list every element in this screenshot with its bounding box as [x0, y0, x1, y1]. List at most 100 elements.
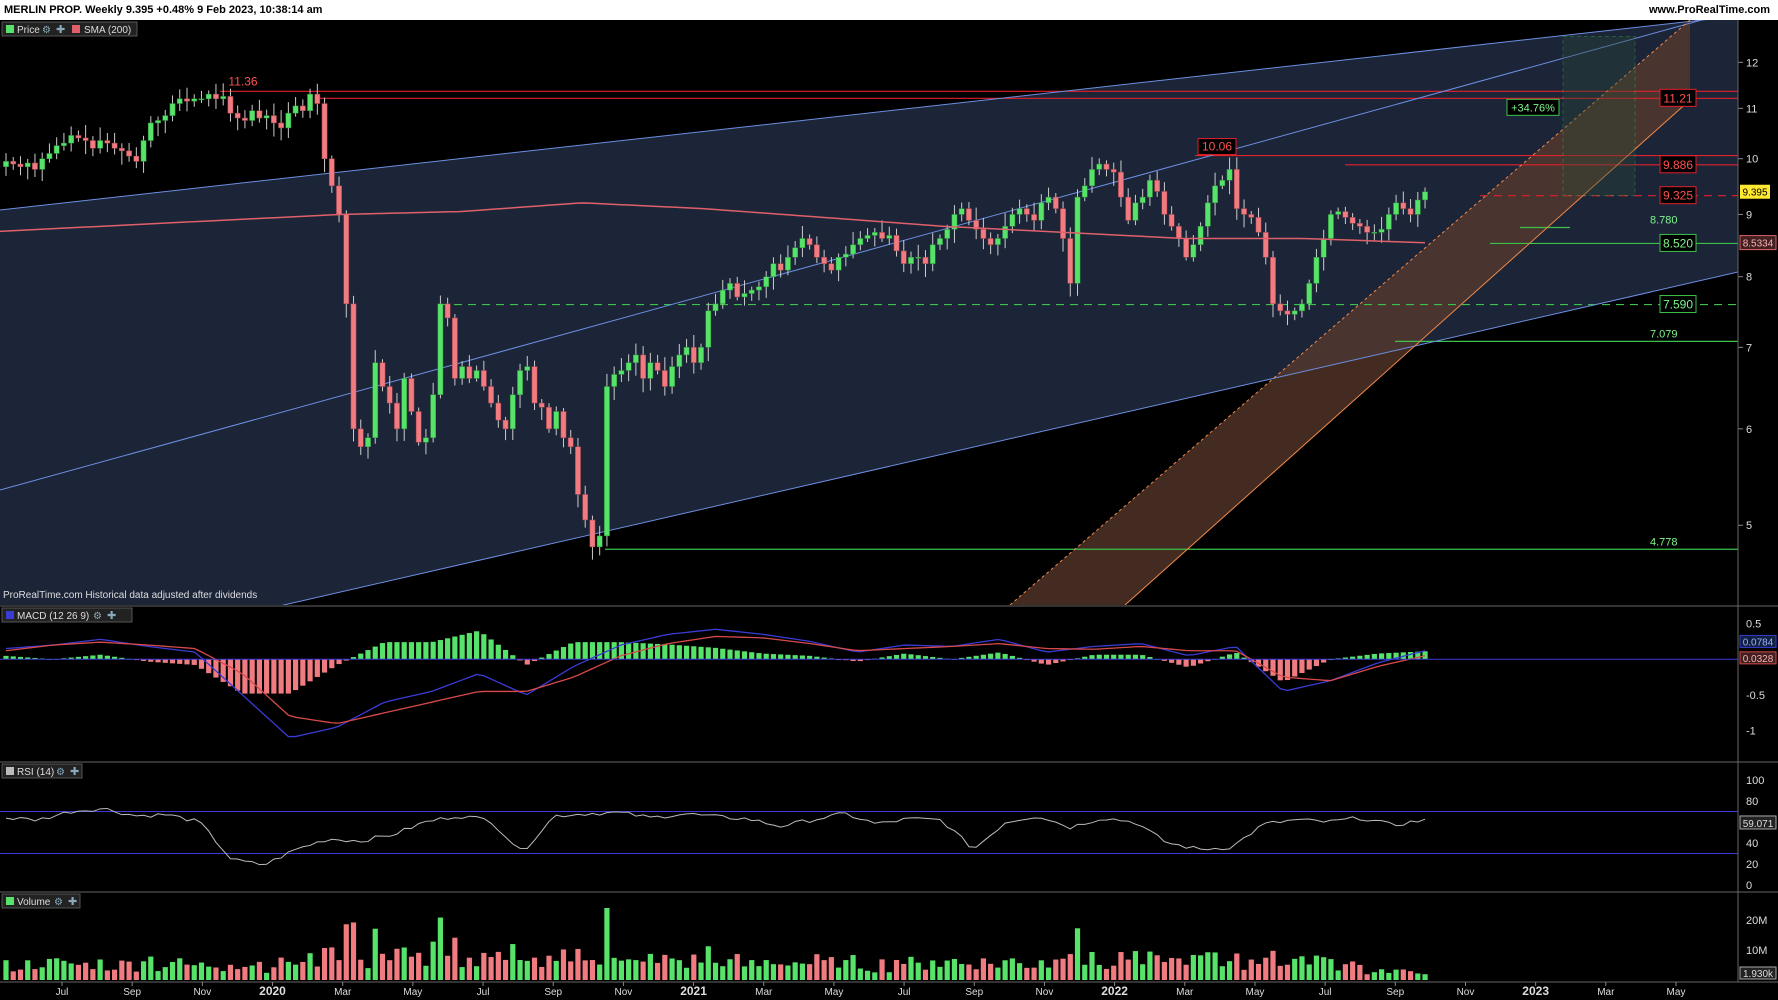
level-label-9.325: 9.325 — [1663, 189, 1693, 203]
rsi-legend-label: RSI (14) — [17, 767, 54, 778]
wrench-icon[interactable]: ⚙ — [56, 767, 65, 778]
volume-bar — [1321, 957, 1327, 980]
candle-body — [1074, 196, 1081, 284]
candle-body — [1204, 202, 1211, 227]
macd-histogram-bar — [3, 655, 9, 660]
volume-bar — [727, 959, 733, 980]
volume-bar — [560, 949, 567, 980]
candle-body — [343, 214, 350, 305]
x-tick-label: Mar — [334, 987, 352, 998]
chart-area[interactable]: +34.76% 11.36 11.21 10.06 9.886 9.325 8.780 8.5… — [0, 20, 1778, 1000]
candle-body — [987, 238, 994, 245]
candle-body — [1255, 217, 1262, 233]
candle-body — [1060, 208, 1066, 239]
candle-body — [336, 185, 342, 215]
plus-icon[interactable]: ✚ — [68, 896, 77, 908]
candle-body — [53, 145, 60, 154]
candle-body — [256, 110, 263, 119]
brand-link[interactable]: www.ProRealTime.com — [1649, 4, 1770, 16]
x-tick-label: Mar — [755, 987, 773, 998]
candle-body — [1328, 214, 1334, 239]
candle-body — [357, 428, 364, 448]
candle-body — [1190, 244, 1197, 258]
volume-bar — [379, 953, 386, 980]
candle-body — [1270, 257, 1276, 305]
macd-histogram-bar — [1038, 659, 1044, 664]
volume-bar — [908, 956, 914, 980]
candle-body — [596, 535, 603, 548]
macd-histogram-bar — [1364, 654, 1370, 660]
price-tick-label: 10 — [1746, 154, 1758, 166]
x-tick-label: May — [1667, 987, 1686, 998]
volume-value-label: 1.930k — [1743, 969, 1774, 980]
wrench-icon[interactable]: ⚙ — [93, 611, 102, 622]
volume-bar — [32, 969, 38, 980]
wrench-icon[interactable]: ⚙ — [42, 25, 51, 36]
volume-bar — [1270, 950, 1276, 980]
volume-bar — [1379, 969, 1385, 980]
wrench-icon[interactable]: ⚙ — [54, 897, 63, 908]
candle-body — [1125, 196, 1132, 221]
volume-bar — [459, 967, 465, 980]
volume-bar — [401, 947, 407, 980]
volume-bar — [206, 966, 212, 980]
candle-body — [900, 250, 907, 264]
macd-histogram-bar — [1096, 654, 1102, 660]
volume-bar — [140, 961, 147, 980]
macd-histogram-bar — [734, 650, 740, 660]
macd-histogram-bar — [915, 655, 921, 660]
macd-histogram-bar — [307, 659, 313, 682]
volume-bar — [358, 959, 364, 980]
plus-icon[interactable]: ✚ — [70, 766, 79, 778]
plus-icon[interactable]: ✚ — [107, 610, 116, 622]
macd-histogram-bar — [1002, 653, 1008, 660]
volume-bar — [959, 964, 965, 980]
volume-bar — [524, 960, 530, 980]
candle-body — [727, 283, 733, 291]
volume-bar — [850, 955, 856, 980]
volume-bar — [1089, 952, 1095, 980]
candle-body — [97, 140, 103, 149]
candle-body — [39, 158, 46, 170]
volume-bar — [445, 955, 451, 980]
volume-bar — [1082, 964, 1088, 980]
volume-bar — [951, 958, 958, 980]
volume-bar — [350, 922, 357, 980]
candle-body — [1031, 214, 1037, 221]
macd-histogram-bar — [452, 636, 458, 660]
candle-body — [698, 347, 704, 363]
volume-bar — [90, 969, 96, 980]
volume-bar — [807, 964, 813, 980]
volume-bar — [104, 970, 110, 980]
volume-legend-label: Volume — [17, 897, 51, 908]
volume-bar — [1415, 973, 1421, 980]
macd-histogram-bar — [1183, 659, 1189, 667]
candle-body — [213, 93, 219, 100]
macd-histogram-bar — [184, 659, 190, 665]
volume-bar — [474, 966, 480, 980]
volume-bar — [633, 960, 639, 980]
macd-legend-label: MACD (12 26 9) — [17, 611, 89, 622]
x-tick-label: Nov — [1457, 987, 1475, 998]
x-tick-label: May — [1246, 987, 1265, 998]
candle-body — [937, 238, 943, 245]
volume-bar — [640, 961, 646, 980]
candle-body — [184, 98, 190, 102]
volume-bar — [235, 969, 241, 980]
macd-histogram-bar — [712, 647, 719, 660]
volume-bar — [416, 952, 422, 980]
target-box[interactable] — [1562, 36, 1636, 197]
plus-icon[interactable]: ✚ — [56, 24, 65, 36]
candle-body — [1176, 226, 1182, 239]
macd-histogram-bar — [778, 654, 784, 660]
macd-histogram-bar — [1422, 651, 1428, 660]
candle-body — [980, 229, 987, 239]
candle-body — [466, 366, 473, 379]
candle-body — [922, 257, 929, 264]
macd-histogram-bar — [213, 659, 219, 678]
volume-bar — [1284, 964, 1291, 980]
candle-body — [1226, 169, 1233, 181]
volume-bar — [872, 972, 878, 980]
candle-body — [408, 378, 415, 412]
candle-body — [423, 437, 429, 443]
